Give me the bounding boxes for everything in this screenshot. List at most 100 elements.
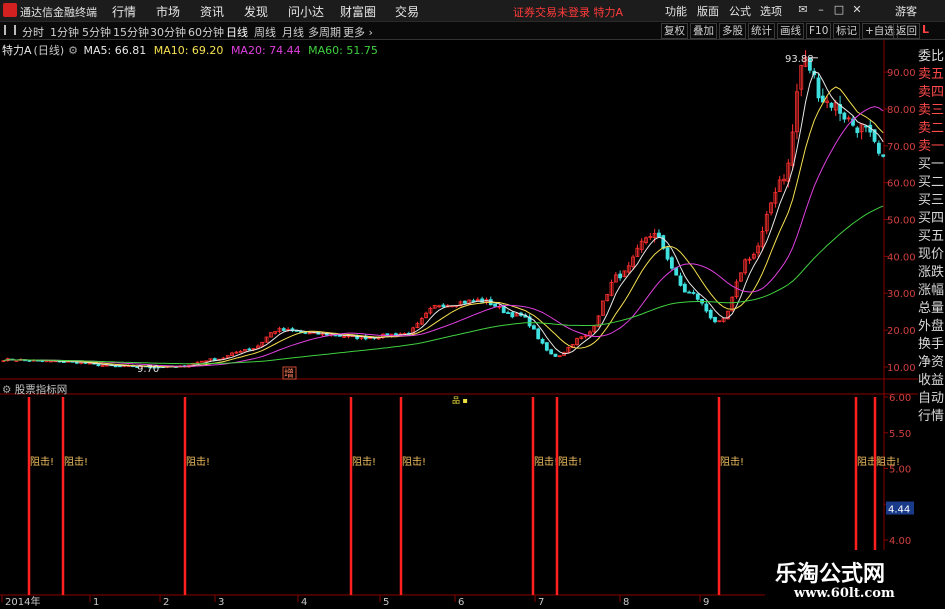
indicator-title[interactable]: ⚙ 股票指标网 [2,382,67,397]
f10-button[interactable]: F10 [806,23,832,39]
candle-body-143 [618,273,623,279]
sidebar-item-5[interactable]: 卖一 [918,138,945,156]
candle-body-126 [544,342,549,351]
tab-1min[interactable]: 1分钟 [50,24,79,40]
ma20-label: MA20: 74.44 [230,44,301,57]
pause-icon[interactable] [4,25,16,35]
candle-body-159 [687,291,692,294]
sidebar-item-19[interactable]: 自动 [918,390,945,408]
tab-more[interactable]: 更多 › [343,24,373,40]
tab-multi-period[interactable]: 多周期 [308,24,341,40]
menu-faxian[interactable]: 发现 [244,3,268,20]
signal-label-4: 阻击! [402,456,426,468]
price-label-6: 30.00 [887,289,916,300]
tab-5min[interactable]: 5分钟 [82,24,111,40]
x-label-0: 2014年 [5,595,40,608]
candle-body-117 [506,312,510,314]
sidebar-item-9[interactable]: 买四 [918,210,945,228]
menu-caifuquan[interactable]: 财富圈 [340,3,376,20]
x-label-7: 7 [538,597,544,608]
sidebar-item-0[interactable]: 委比 [918,48,945,66]
sidebar-item-17[interactable]: 净资 [918,354,945,372]
tab-15min[interactable]: 15分钟 [113,24,149,40]
statistics-button[interactable]: 统计 [748,23,775,39]
event-marker: 增 [284,367,294,380]
x-label-8: 8 [623,597,629,608]
sidebar-item-10[interactable]: 买五 [918,228,945,246]
tab-weekly[interactable]: 周线 [254,24,276,40]
x-label-1: 1 [93,597,99,608]
sidebar-item-7[interactable]: 买二 [918,174,945,192]
price-label-7: 20.00 [887,326,916,337]
mail-icon[interactable]: ✉ [796,3,810,16]
candle-body-70 [303,332,308,334]
x-label-5: 5 [383,597,389,608]
sidebar-item-3[interactable]: 卖三 [918,102,945,120]
menu-hangqing[interactable]: 行情 [112,3,136,20]
sidebar-item-6[interactable]: 买一 [918,156,945,174]
settings-icon[interactable]: ⚙ [68,44,78,57]
sidebar-item-1[interactable]: 卖五 [918,66,945,84]
maximize-icon[interactable]: □ [832,3,846,16]
multi-stock-button[interactable]: 多股 [719,23,746,39]
candle-body-57 [247,348,252,351]
menu-xuanxiang[interactable]: 选项 [760,3,782,19]
draw-line-button[interactable]: 画线 [777,23,804,39]
mark-button[interactable]: 标记 [833,23,860,39]
settings-icon-indicator[interactable]: ⚙ [2,384,15,396]
candle-body-127 [549,349,554,355]
x-label-9: 9 [703,597,709,608]
ma10-line [3,86,884,368]
price-label-0: 90.00 [887,68,916,79]
sidebar-item-18[interactable]: 收益 [918,372,945,390]
candle-body-114 [493,303,497,307]
low-price-label: 9.70 [137,364,159,375]
ind-axis-label-0: 6.00 [889,393,911,404]
candle-body-156 [674,267,679,276]
minimize-icon[interactable]: – [814,3,828,16]
sidebar-item-14[interactable]: 总量 [918,300,945,318]
menu-shichang[interactable]: 市场 [156,3,180,20]
ma10-label: MA10: 69.20 [153,44,224,57]
current-value: 4.44 [888,505,910,516]
menu-zixun[interactable]: 资讯 [200,3,224,20]
close-icon[interactable]: ✕ [850,3,864,16]
price-label-8: 10.00 [887,363,916,374]
candle-body-102 [441,304,446,308]
tab-monthly[interactable]: 月线 [282,24,304,40]
sidebar-item-20[interactable]: 行情 [918,408,945,426]
back-button[interactable]: 返回 [893,23,920,39]
tab-fenshi[interactable]: 分时 [22,24,44,40]
sidebar-item-12[interactable]: 涨跌 [918,264,945,282]
menu-banmian[interactable]: 版面 [697,3,719,19]
menu-wenxiaoda[interactable]: 问小达 [288,3,324,20]
ind-axis-label-1: 5.50 [889,429,911,440]
tab-60min[interactable]: 60分钟 [188,24,224,40]
sidebar-item-13[interactable]: 涨幅 [918,282,945,300]
guest-label[interactable]: 游客 [895,3,917,19]
sidebar-item-16[interactable]: 换手 [918,336,945,354]
sidebar-item-11[interactable]: 现价 [918,246,945,264]
tab-30min[interactable]: 30分钟 [150,24,186,40]
sidebar-item-8[interactable]: 买三 [918,192,945,210]
fuquan-button[interactable]: 复权 [661,23,688,39]
signal-label-0: 阻击! [30,456,54,468]
tab-daily[interactable]: 日线 [226,24,248,40]
stock-name: 特力A [2,44,32,57]
candle-body-161 [695,293,700,300]
candle-body-165 [713,316,717,323]
price-label-3: 60.00 [887,179,916,190]
menu-gongneng[interactable]: 功能 [665,3,687,19]
sidebar-item-15[interactable]: 外盘 [918,318,945,336]
candle-body-157 [678,275,683,286]
login-status[interactable]: 证券交易未登录 特力A [513,4,623,20]
kline-chart[interactable]: 90.00 80.00 70.00 60.00 50.00 40.00 30.00 20.00… [0,40,918,609]
menu-gongshi[interactable]: 公式 [729,3,751,19]
sidebar-item-4[interactable]: 卖二 [918,120,945,138]
x-label-6: 6 [458,597,464,608]
overlay-button[interactable]: 叠加 [690,23,717,39]
menu-jiaoyi[interactable]: 交易 [395,3,419,20]
sidebar-item-2[interactable]: 卖四 [918,84,945,102]
candle-body-189 [816,77,821,99]
candle-body-163 [704,303,709,312]
